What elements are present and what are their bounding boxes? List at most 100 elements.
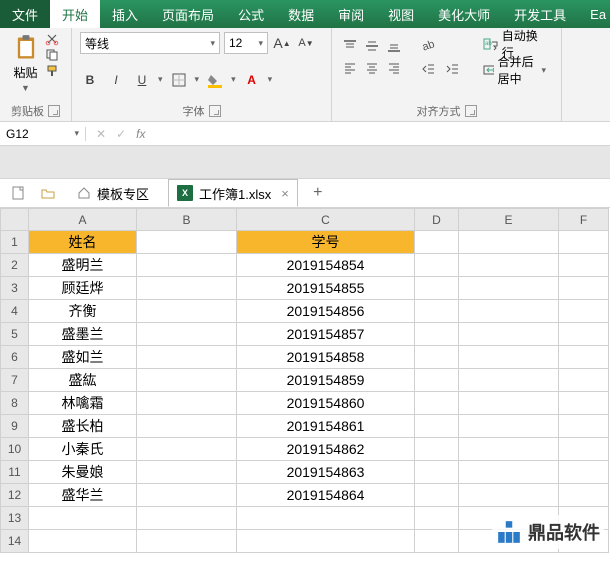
cell[interactable]: 小秦氏 [29,438,137,461]
cell[interactable]: 学号 [237,231,415,254]
tab-7[interactable]: 视图 [376,0,426,28]
cancel-formula-icon[interactable]: ✕ [96,127,106,141]
cell[interactable] [137,369,237,392]
font-launcher[interactable] [209,105,221,117]
tab-10[interactable]: Ea [578,0,610,28]
chevron-down-icon[interactable]: ▾ [195,74,200,85]
row-header[interactable]: 6 [1,346,29,369]
cell[interactable] [415,231,459,254]
col-header-F[interactable]: F [559,209,609,231]
cell[interactable] [415,438,459,461]
cell[interactable]: 2019154856 [237,300,415,323]
cell[interactable] [459,438,559,461]
cell[interactable] [459,323,559,346]
cell[interactable]: 朱曼娘 [29,461,137,484]
col-header-C[interactable]: C [237,209,415,231]
cut-button[interactable] [44,32,60,46]
cell[interactable] [415,300,459,323]
fx-icon[interactable]: fx [136,127,145,141]
cell[interactable] [415,323,459,346]
cell[interactable] [415,461,459,484]
tab-2[interactable]: 插入 [100,0,150,28]
italic-button[interactable]: I [106,70,126,90]
cell[interactable]: 2019154858 [237,346,415,369]
cell[interactable] [415,369,459,392]
cell[interactable] [137,277,237,300]
close-tab-icon[interactable]: × [281,186,289,201]
cell[interactable] [459,231,559,254]
border-button[interactable] [169,70,189,90]
cell[interactable] [237,507,415,530]
cell[interactable]: 2019154855 [237,277,415,300]
cell[interactable] [29,530,137,553]
cell[interactable]: 2019154854 [237,254,415,277]
row-header[interactable]: 7 [1,369,29,392]
cell[interactable] [415,277,459,300]
cell[interactable] [559,323,609,346]
cell[interactable] [415,392,459,415]
fill-color-button[interactable] [205,70,225,90]
cell[interactable] [237,530,415,553]
add-tab-button[interactable]: + [308,183,328,203]
cell[interactable] [559,369,609,392]
new-doc-icon[interactable] [8,183,28,203]
cell[interactable] [137,346,237,369]
row-header[interactable]: 14 [1,530,29,553]
cell[interactable] [559,484,609,507]
font-size-select[interactable]: 12▾ [224,32,268,54]
cell[interactable] [137,484,237,507]
clipboard-launcher[interactable] [48,105,60,117]
cell[interactable] [137,415,237,438]
cell[interactable] [137,392,237,415]
cell[interactable]: 2019154863 [237,461,415,484]
cell[interactable] [137,254,237,277]
cell[interactable] [415,415,459,438]
row-header[interactable]: 4 [1,300,29,323]
font-color-button[interactable]: A [242,70,262,90]
merge-center-button[interactable]: 合并后居中▾ [476,58,553,82]
cell[interactable]: 2019154859 [237,369,415,392]
format-painter-button[interactable] [44,64,60,78]
cell[interactable] [137,300,237,323]
cell[interactable] [137,530,237,553]
row-header[interactable]: 12 [1,484,29,507]
row-header[interactable]: 10 [1,438,29,461]
chevron-down-icon[interactable]: ▾ [158,74,163,85]
increase-font-button[interactable]: A▲ [272,33,292,53]
cell[interactable] [137,438,237,461]
cell[interactable]: 林噙霜 [29,392,137,415]
font-name-select[interactable]: 等线▾ [80,32,220,54]
cell[interactable] [459,415,559,438]
cell[interactable]: 盛如兰 [29,346,137,369]
tab-6[interactable]: 审阅 [326,0,376,28]
templates-tab[interactable]: 模板专区 [68,179,158,207]
align-center-button[interactable] [362,58,382,78]
cell[interactable]: 齐衡 [29,300,137,323]
cell[interactable] [137,323,237,346]
cell[interactable]: 盛紘 [29,369,137,392]
col-header-B[interactable]: B [137,209,237,231]
row-header[interactable]: 5 [1,323,29,346]
cell[interactable] [559,300,609,323]
cell[interactable] [415,507,459,530]
row-header[interactable]: 8 [1,392,29,415]
row-header[interactable]: 2 [1,254,29,277]
open-doc-icon[interactable] [38,183,58,203]
align-launcher[interactable] [465,105,477,117]
cell[interactable]: 2019154864 [237,484,415,507]
tab-3[interactable]: 页面布局 [150,0,226,28]
row-header[interactable]: 1 [1,231,29,254]
align-left-button[interactable] [340,58,360,78]
cell[interactable]: 盛明兰 [29,254,137,277]
cell[interactable] [559,346,609,369]
tab-9[interactable]: 开发工具 [502,0,578,28]
name-box[interactable]: G12▾ [0,127,86,141]
tab-0[interactable]: 文件 [0,0,50,28]
cell[interactable] [459,484,559,507]
row-header[interactable]: 13 [1,507,29,530]
cell[interactable] [29,507,137,530]
cell[interactable] [415,346,459,369]
row-header[interactable]: 9 [1,415,29,438]
increase-indent-button[interactable] [442,59,462,79]
align-bottom-button[interactable] [384,36,404,56]
